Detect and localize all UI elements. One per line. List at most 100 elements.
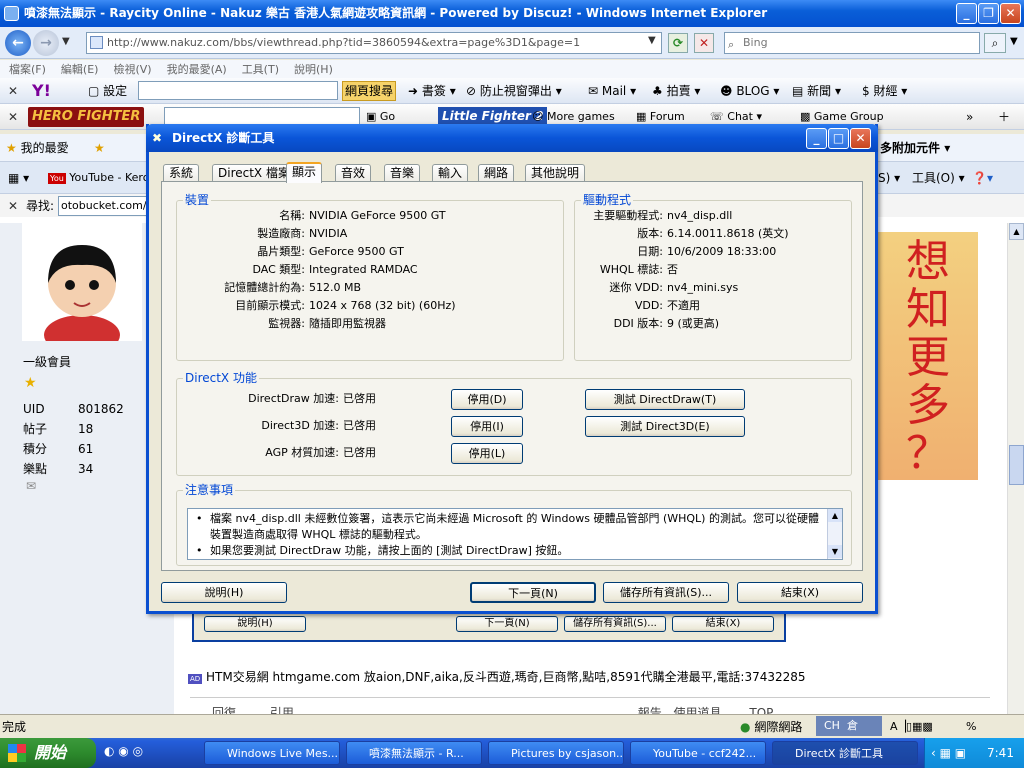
dialog-maximize-button[interactable]: □	[828, 128, 849, 149]
search-options-icon[interactable]: ▼	[1010, 36, 1018, 47]
task-ie-thread[interactable]: 噴漆無法顯示 - R...	[346, 741, 482, 765]
page-scrollbar[interactable]: ▲	[1007, 223, 1024, 714]
addons-button[interactable]: 多附加元件 ▾	[880, 134, 950, 161]
post-actions: 回復 引用 報告 使用道具 TOP	[190, 704, 980, 714]
yahoo-blog[interactable]: ☻ BLOG ▾	[720, 78, 779, 103]
dialog-close-button[interactable]: ✕	[850, 128, 871, 149]
close-button[interactable]: ✕	[1000, 3, 1021, 24]
exit-button[interactable]: 結束(X)	[737, 582, 863, 603]
search-input[interactable]: ⌕ Bing	[724, 32, 980, 54]
toolbar-close-icon[interactable]: ✕	[8, 78, 18, 103]
test-direct3d-button[interactable]: 測試 Direct3D(E)	[585, 416, 745, 437]
tools-menu[interactable]: 工具(O) ▾	[912, 162, 965, 193]
menu-help[interactable]: 說明(H)	[294, 60, 333, 80]
ime-indicator[interactable]: CH 倉	[816, 716, 882, 736]
yahoo-search-input[interactable]	[138, 81, 338, 100]
bg-next-button: 下一頁(N)	[456, 616, 558, 632]
dialog-title-bar[interactable]: ✖ DirectX 診斷工具 _ □ ✕	[146, 124, 878, 152]
zone-indicator[interactable]: ● 網際網路	[740, 715, 802, 739]
history-dropdown-icon[interactable]: ▼	[62, 36, 70, 47]
yahoo-finance[interactable]: $ 財經 ▾	[862, 78, 907, 103]
tab-more-help[interactable]: 其他說明	[525, 164, 586, 182]
popup-block[interactable]: ⊘ 防止視窗彈出 ▾	[466, 78, 562, 103]
tab-sound[interactable]: 音效	[335, 164, 372, 182]
driver-info: 主要驅動程式: nv4_disp.dll 版本: 6.14.0011.8618 (英…	[593, 209, 789, 330]
hero-fighter-logo[interactable]: HERO FIGHTER	[28, 107, 145, 127]
zoom-level[interactable]: %	[966, 715, 976, 739]
maximize-button[interactable]: ❐	[978, 3, 999, 24]
reply-link[interactable]: 回復	[212, 706, 236, 714]
search-go-icon[interactable]: ⌕	[984, 33, 1006, 53]
windows-logo-icon	[8, 744, 26, 762]
menu-view[interactable]: 檢視(V)	[113, 60, 151, 80]
yahoo-search-button[interactable]: 網頁搜尋	[342, 81, 397, 101]
quick-tabs-icon[interactable]: ▦ ▾	[8, 162, 29, 193]
dxdiag-icon: ✖	[152, 131, 163, 145]
favorites-button[interactable]: ★ 我的最愛	[6, 134, 69, 161]
yahoo-news[interactable]: ▤ 新聞 ▾	[792, 78, 841, 103]
tab-music[interactable]: 音樂	[384, 164, 421, 182]
tab-youtube[interactable]: You YouTube - Kero	[48, 162, 149, 193]
notes-scroll-up-icon[interactable]: ▲	[828, 509, 842, 522]
dialog-minimize-button[interactable]: _	[806, 128, 827, 149]
direct3d-row: Direct3D 加速: 已啓用	[261, 419, 376, 432]
tab-system[interactable]: 系統	[163, 164, 200, 182]
minimize-button[interactable]: _	[956, 3, 977, 24]
scroll-up-icon[interactable]: ▲	[1009, 223, 1024, 240]
task-pictures[interactable]: Pictures by csjason...	[488, 741, 624, 765]
disable-directdraw-button[interactable]: 停用(D)	[451, 389, 523, 410]
disable-direct3d-button[interactable]: 停用(I)	[451, 416, 523, 437]
quicklaunch-icons[interactable]: ◐ ◉ ◎	[104, 744, 143, 758]
notes-scrollbar[interactable]: ▲ ▼	[827, 509, 842, 559]
yahoo-settings[interactable]: ▢ 設定	[88, 78, 127, 103]
quote-link[interactable]: 引用	[270, 706, 294, 714]
notes-scroll-down-icon[interactable]: ▼	[828, 545, 842, 558]
address-input[interactable]: http://www.nakuz.com/bbs/viewthread.php?…	[86, 32, 662, 54]
tray-icons[interactable]: ‹ ▦ ▣	[931, 746, 966, 760]
find-close-icon[interactable]: ✕	[8, 194, 18, 217]
task-youtube[interactable]: YouTube - ccf242...	[630, 741, 766, 765]
stop-icon[interactable]: ✕	[694, 33, 714, 53]
refresh-icon[interactable]: ⟳	[668, 33, 688, 53]
tab-display[interactable]: 顯示	[286, 162, 323, 183]
yahoo-bookmarks[interactable]: ➜ 書簽 ▾	[408, 78, 456, 103]
yahoo-mail[interactable]: ✉ Mail ▾	[588, 78, 636, 103]
task-windows-live[interactable]: Windows Live Mes...	[204, 741, 340, 765]
notes-textbox[interactable]: 檔案 nv4_disp.dll 未經數位簽署，這表示它尚未經過 Microsof…	[187, 508, 843, 560]
forward-button[interactable]: →	[33, 30, 59, 56]
page-menu-tail[interactable]: S) ▾	[878, 162, 900, 193]
help-icon[interactable]: ❓▾	[972, 162, 993, 193]
menu-tools[interactable]: 工具(T)	[242, 60, 279, 80]
divider	[190, 697, 990, 698]
ime-tools-icon[interactable]: A▕▯▦▩	[890, 715, 933, 739]
save-all-button[interactable]: 儲存所有資訊(S)...	[603, 582, 729, 603]
pm-icon[interactable]: ✉	[26, 479, 36, 493]
tab-directx-files[interactable]: DirectX 檔案	[212, 164, 296, 182]
ad-link[interactable]: AD HTM交易網 htmgame.com 放aion,DNF,aika,反斗西…	[188, 668, 806, 685]
top-link[interactable]: TOP	[749, 706, 773, 714]
task-directx[interactable]: DirectX 診斷工具	[772, 741, 918, 765]
address-dropdown-icon[interactable]: ▼	[648, 35, 656, 46]
side-banner[interactable]: 想知更多？	[878, 232, 978, 480]
tab-input[interactable]: 輸入	[432, 164, 469, 182]
menu-favorites[interactable]: 我的最愛(A)	[167, 60, 227, 80]
menu-edit[interactable]: 編輯(E)	[61, 60, 99, 80]
toolbar-close-icon-2[interactable]: ✕	[8, 104, 18, 129]
next-page-button[interactable]: 下一頁(N)	[470, 582, 596, 603]
back-button[interactable]: ←	[5, 30, 31, 56]
yahoo-logo[interactable]: Y!	[32, 78, 51, 103]
add-favorite-icon[interactable]: ★	[94, 134, 105, 161]
toolbar-chevron-icon[interactable]: »	[966, 104, 973, 129]
menu-file[interactable]: 檔案(F)	[9, 60, 46, 80]
help-button[interactable]: 說明(H)	[161, 582, 287, 603]
test-directdraw-button[interactable]: 測試 DirectDraw(T)	[585, 389, 745, 410]
scroll-thumb[interactable]	[1009, 445, 1024, 485]
add-tab-icon[interactable]: ＋	[998, 104, 1010, 129]
avatar[interactable]	[22, 223, 142, 355]
start-button[interactable]: 開始	[0, 738, 96, 768]
yahoo-auction[interactable]: ♣ 拍賣 ▾	[652, 78, 700, 103]
tab-network[interactable]: 網路	[478, 164, 515, 182]
report-link[interactable]: 報告	[638, 706, 662, 714]
disable-agp-button[interactable]: 停用(L)	[451, 443, 523, 464]
use-item-link[interactable]: 使用道具	[674, 706, 722, 714]
